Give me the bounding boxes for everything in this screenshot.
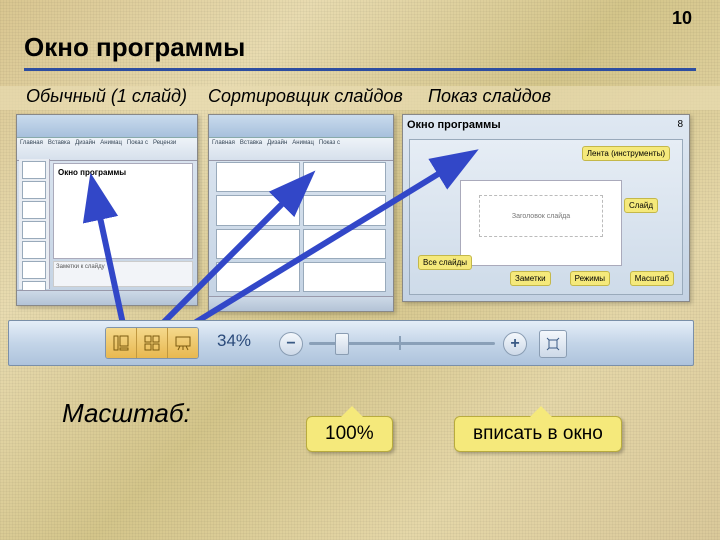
callout-ribbon: Лента (инструменты): [582, 146, 670, 161]
screenshot-show-view: Окно программы 8 Лента (инструменты) Заг…: [402, 114, 690, 302]
label-sorter-view: Сортировщик слайдов: [208, 86, 403, 107]
status-bar: 34% − +: [8, 320, 694, 366]
sorter-view-icon: [144, 335, 160, 351]
title-underline: [24, 68, 696, 71]
screenshot-c-title: Окно программы: [407, 119, 501, 131]
fit-to-window-button[interactable]: [539, 330, 567, 358]
slideshow-view-button[interactable]: [168, 328, 198, 358]
callout-fit-window: вписать в окно: [454, 416, 622, 452]
zoom-in-button[interactable]: +: [503, 332, 527, 356]
label-show-view: Показ слайдов: [428, 86, 551, 107]
normal-view-icon: [113, 335, 129, 351]
callout-zoom: Масштаб: [630, 271, 674, 286]
normal-view-button[interactable]: [106, 328, 137, 358]
zoom-out-button[interactable]: −: [279, 332, 303, 356]
zoom-value[interactable]: 34%: [217, 331, 251, 351]
callout-notes: Заметки: [510, 271, 551, 286]
screenshot-normal-view: Главная Вставка Дизайн Анимац Показ с Ре…: [16, 114, 198, 306]
callout-slide: Слайд: [624, 198, 658, 213]
label-normal-view: Обычный (1 слайд): [26, 86, 187, 107]
screenshot-a-notes: Заметки к слайду: [53, 261, 193, 287]
slideshow-view-icon: [175, 335, 191, 351]
scale-label: Масштаб:: [62, 398, 191, 429]
zoom-slider-tick: [399, 336, 401, 350]
callout-modes: Режимы: [570, 271, 610, 286]
screenshot-c-slide: Заголовок слайда: [460, 180, 622, 266]
zoom-slider-handle[interactable]: [335, 333, 349, 355]
screenshot-sorter-view: Главная Вставка Дизайн Анимац Показ с: [208, 114, 394, 312]
fit-to-window-icon: [545, 336, 561, 352]
slide-title: Окно программы: [24, 32, 245, 63]
view-buttons-group: [105, 327, 199, 359]
page-number: 10: [672, 8, 692, 29]
screenshot-a-title: Окно программы: [54, 164, 192, 181]
callout-100-percent: 100%: [306, 416, 393, 452]
screenshots-area: Главная Вставка Дизайн Анимац Показ с Ре…: [8, 114, 712, 314]
screenshot-c-placeholder: Заголовок слайда: [479, 195, 603, 237]
screenshot-c-pagenum: 8: [677, 119, 683, 130]
screenshot-c-body: Лента (инструменты) Заголовок слайда Сла…: [409, 139, 683, 295]
callout-all-slides: Все слайды: [418, 255, 472, 270]
sorter-view-button[interactable]: [137, 328, 168, 358]
